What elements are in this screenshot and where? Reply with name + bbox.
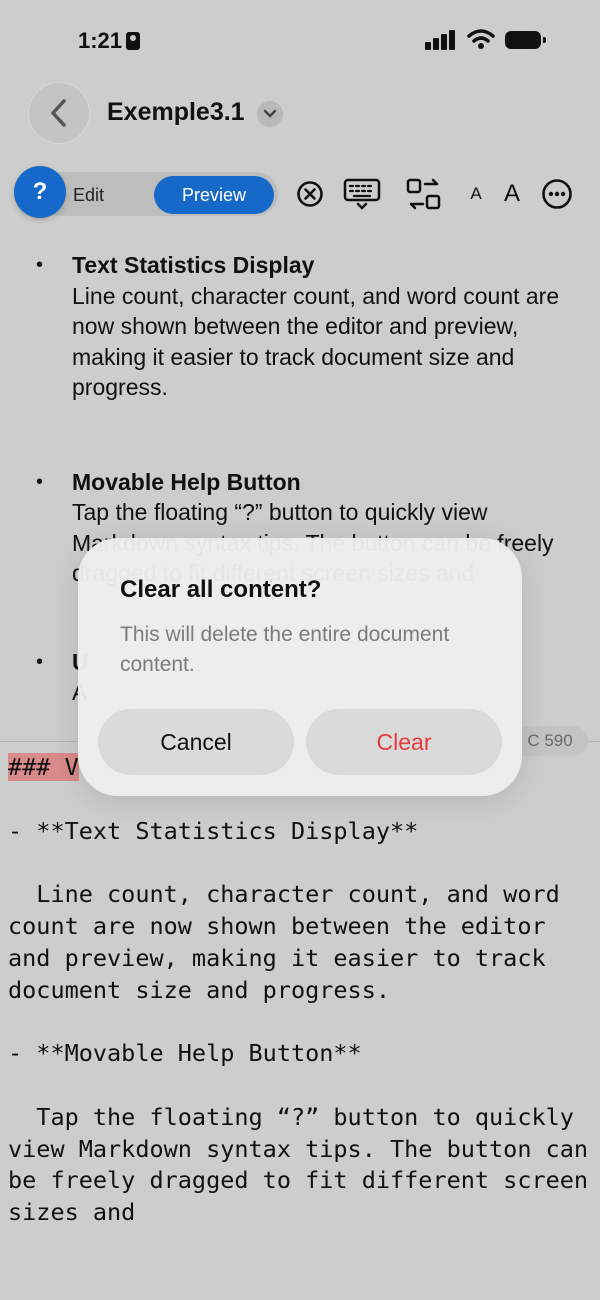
title-menu-button[interactable] [257,101,283,127]
confirm-clear-button[interactable]: Clear [306,709,502,775]
preview-mode-tab[interactable]: Preview [154,176,274,214]
wifi-icon [467,29,495,49]
cancel-button[interactable]: Cancel [98,709,294,775]
list-item-body: Line count, character count, and word co… [72,282,560,401]
edit-mode-tab[interactable]: Edit [73,185,104,206]
increase-font-button[interactable]: A [501,177,523,211]
editor-line: - **Text Statistics Display** [8,816,419,845]
status-time: 1:21 [78,28,141,54]
decrease-font-button[interactable]: A [468,177,484,211]
clear-button[interactable] [294,177,326,211]
chevron-down-icon [263,109,277,118]
editor-line: Tap the floating “?” button to quickly v… [8,1102,589,1227]
swap-panes-icon [406,178,441,210]
swap-layout-button[interactable] [405,177,443,211]
more-button[interactable] [540,177,574,211]
editor-heading-line: ### V [8,753,79,781]
clear-confirm-dialog: Clear all content? This will delete the … [78,538,522,796]
dialog-message: This will delete the entire document con… [120,623,450,676]
chevron-left-icon [51,99,66,127]
clear-circle-x-icon [297,181,323,207]
ellipsis-circle-icon [542,179,572,209]
back-button[interactable] [28,82,90,144]
keyboard-icon [343,178,381,210]
editor-line: Line count, character count, and word co… [8,880,574,1004]
markdown-editor[interactable]: ### V - **Text Statistics Display** Line… [8,752,593,1229]
keyboard-button[interactable] [343,177,381,211]
editor-line: - **Movable Help Button** [8,1039,362,1068]
cellular-signal-icon [425,30,457,50]
document-title[interactable]: Exemple3.1 [107,98,245,127]
dialog-title: Clear all content? [120,576,322,603]
battery-icon [505,31,546,49]
clock-text: 1:21 [78,28,123,53]
list-item-heading: Movable Help Button [72,468,301,495]
help-button[interactable]: ? [14,166,66,218]
contact-card-icon [126,32,141,50]
list-item: Text Statistics Display Line count, char… [36,250,576,403]
list-item-heading: Text Statistics Display [72,252,315,278]
